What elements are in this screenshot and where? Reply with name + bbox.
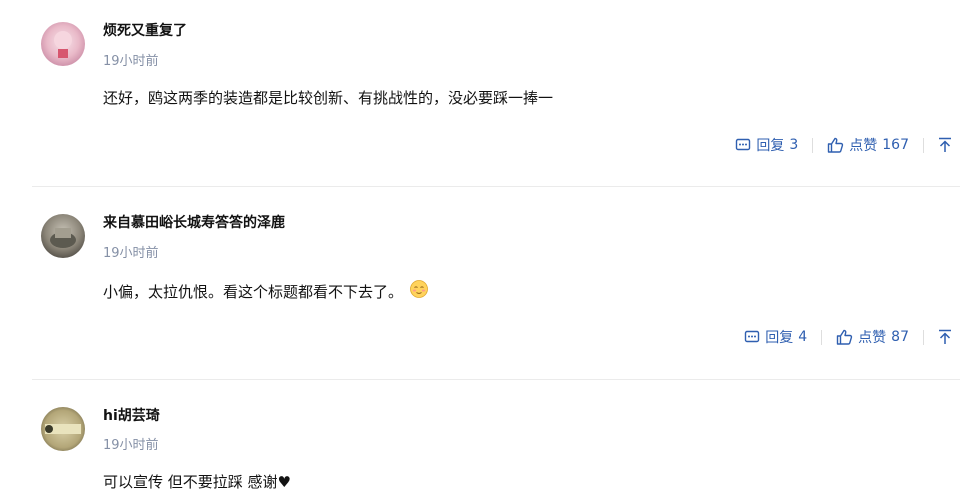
arrow-to-top-icon xyxy=(939,137,951,152)
action-divider xyxy=(923,329,924,345)
reply-icon xyxy=(736,138,751,151)
username[interactable]: 烦死又重复了 xyxy=(103,20,187,40)
action-divider xyxy=(923,137,924,153)
timestamp: 19小时前 xyxy=(103,246,159,261)
avatar[interactable] xyxy=(41,22,85,66)
action-divider xyxy=(821,329,823,345)
timestamp: 19小时前 xyxy=(103,438,159,453)
timestamp: 19小时前 xyxy=(103,54,159,69)
comment-text: 可以宣传 但不要拉踩 感谢♥ xyxy=(103,473,291,491)
like-count: 87 xyxy=(891,329,909,345)
reply-count: 4 xyxy=(798,329,808,345)
comment-text-body: 小偏，太拉仇恨。看这个标题都看不下去了。 xyxy=(103,283,404,301)
thumbs-up-icon xyxy=(828,137,844,153)
action-divider xyxy=(812,137,814,153)
comment-actions: 回复 3 点赞 167 xyxy=(735,135,957,155)
divider xyxy=(32,186,960,187)
username[interactable]: 来自慕田峪长城寿答答的泽鹿 xyxy=(103,212,285,232)
reply-button[interactable]: 回复 4 xyxy=(744,327,807,347)
comment-text: 小偏，太拉仇恨。看这个标题都看不下去了。 xyxy=(103,279,429,302)
like-label: 点赞 xyxy=(858,330,887,346)
pin-top-button[interactable] xyxy=(938,137,957,153)
like-label: 点赞 xyxy=(849,138,878,154)
comment-actions: 回复 4 点赞 87 xyxy=(744,327,957,347)
like-button[interactable]: 点赞 87 xyxy=(836,327,909,347)
divider xyxy=(32,379,960,380)
blushing-face-emoji xyxy=(410,280,428,298)
like-button[interactable]: 点赞 167 xyxy=(827,135,909,155)
arrow-to-top-icon xyxy=(939,329,951,344)
reply-count: 3 xyxy=(789,137,799,153)
like-count: 167 xyxy=(882,137,909,153)
reply-icon xyxy=(745,330,760,343)
pin-top-button[interactable] xyxy=(938,329,957,345)
reply-button[interactable]: 回复 3 xyxy=(735,135,798,155)
reply-label: 回复 xyxy=(756,138,785,154)
avatar[interactable] xyxy=(41,214,85,258)
thumbs-up-icon xyxy=(836,329,853,345)
username[interactable]: hi胡芸琦 xyxy=(103,405,160,425)
reply-label: 回复 xyxy=(765,330,794,346)
avatar[interactable] xyxy=(41,407,85,451)
comment-text: 还好，鸥这两季的装造都是比较创新、有挑战性的，没必要踩一捧一 xyxy=(103,89,554,107)
